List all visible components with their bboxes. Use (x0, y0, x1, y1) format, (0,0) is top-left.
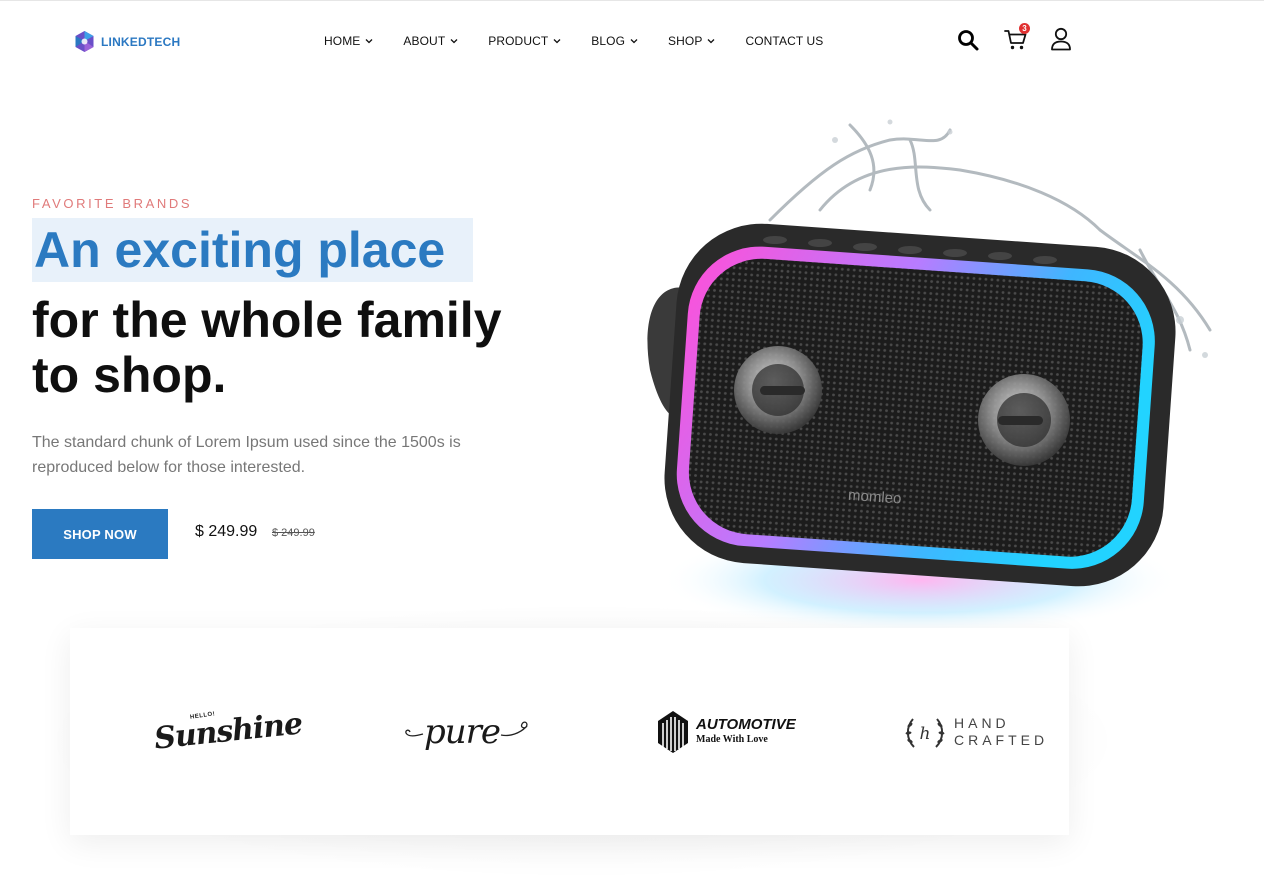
nav-shop-label: SHOP (668, 34, 703, 48)
automotive-text: AUTOMOTIVE Made With Love (696, 716, 796, 747)
brand-handcrafted-line1: HAND (954, 714, 1010, 731)
current-price: $ 249.99 (195, 523, 258, 540)
main-nav: HOME ABOUT PRODUCT BLOG SHOP CONTACT US (324, 34, 823, 48)
brand-sunshine-name: Sunshine (152, 706, 304, 757)
hero-title-line-2: for the whole family (32, 292, 502, 348)
brands-strip: HELLO! Sunshine pure AUTOMOTIVE Made Wit… (70, 628, 1069, 835)
swirl-right-icon (500, 720, 528, 736)
nav-about-label: ABOUT (403, 34, 446, 48)
user-icon[interactable] (1050, 27, 1072, 51)
nav-home[interactable]: HOME (324, 34, 373, 48)
top-border (0, 0, 1264, 1)
nav-contact[interactable]: CONTACT US (745, 34, 823, 48)
nav-product[interactable]: PRODUCT (488, 34, 561, 48)
chevron-down-icon (553, 39, 561, 44)
swirl-left-icon (405, 729, 424, 736)
hero-description: The standard chunk of Lorem Ipsum used s… (32, 434, 461, 476)
shop-now-button[interactable]: SHOP NOW (32, 509, 168, 559)
cart-count-badge: 3 (1019, 23, 1030, 34)
hero-title-line-3: to shop. (32, 347, 227, 403)
nav-contact-label: CONTACT US (745, 34, 824, 48)
nav-blog[interactable]: BLOG (591, 34, 638, 48)
nav-shop[interactable]: SHOP (668, 34, 715, 48)
automotive-mark-icon (658, 710, 688, 753)
brand-automotive-name: AUTOMOTIVE (696, 716, 796, 733)
brand-pure-name: pure (424, 711, 501, 752)
brand-sunshine[interactable]: HELLO! Sunshine (152, 628, 304, 835)
chevron-down-icon (365, 39, 373, 44)
logo-icon (75, 31, 94, 52)
handcrafted-monogram: h (920, 724, 931, 744)
hero-eyebrow: FAVORITE BRANDS (32, 196, 193, 211)
handcrafted-wreath-icon: h (905, 717, 945, 748)
chevron-down-icon (450, 39, 458, 44)
logo-text: LINKEDTECH (101, 34, 181, 49)
nav-product-label: PRODUCT (488, 34, 549, 48)
header-actions: 3 (956, 23, 1076, 56)
handcrafted-text: HAND CRAFTED (954, 715, 1048, 749)
brand-handcrafted-line2: CRAFTED (954, 731, 1049, 748)
nav-about[interactable]: ABOUT (403, 34, 458, 48)
brand-handcrafted[interactable]: h HAND CRAFTED (904, 628, 1048, 835)
nav-blog-label: BLOG (591, 34, 626, 48)
chevron-down-icon (630, 39, 638, 44)
brand-automotive[interactable]: AUTOMOTIVE Made With Love (656, 628, 796, 835)
search-icon[interactable] (956, 28, 980, 52)
nav-home-label: HOME (324, 34, 361, 48)
hero-title-highlight: An exciting place (34, 222, 446, 278)
brand-automotive-tagline: Made With Love (696, 734, 768, 745)
logo[interactable]: LINKEDTECH (74, 30, 180, 53)
old-price: $ 249.99 (272, 527, 315, 539)
brand-pure[interactable]: pure (404, 628, 530, 835)
speaker-product-image[interactable]: momleo (620, 110, 1240, 630)
chevron-down-icon (708, 39, 715, 44)
